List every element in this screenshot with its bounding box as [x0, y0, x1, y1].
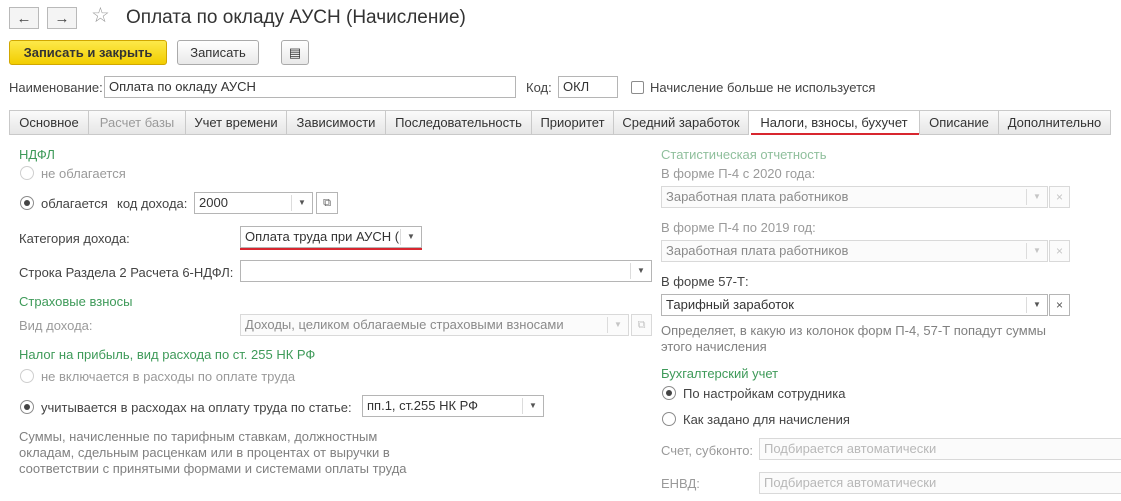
chevron-down-icon[interactable]: ▼ — [1027, 295, 1047, 315]
profit-tax-note: Суммы, начисленные по тарифным ставкам, … — [19, 429, 407, 476]
p4-2020-label: В форме П-4 с 2020 года: — [661, 166, 816, 181]
line6-field[interactable]: ▼ — [240, 260, 652, 282]
income-code-label: код дохода: — [117, 196, 188, 211]
envd-placeholder: Подбирается автоматически — [764, 475, 937, 490]
income-type-value: Доходы, целиком облагаемые страховыми вз… — [245, 317, 564, 332]
chevron-down-icon[interactable]: ▼ — [1027, 241, 1047, 261]
favorite-star-icon[interactable]: ☆ — [91, 4, 110, 28]
close-icon: × — [1055, 298, 1063, 312]
insurance-section-title: Страховые взносы — [19, 294, 133, 309]
p4-2019-field[interactable]: Заработная плата работников ▼ — [661, 240, 1048, 262]
included-radio[interactable] — [20, 400, 34, 414]
back-button[interactable]: ← — [9, 7, 39, 29]
tab-additional[interactable]: Дополнительно — [999, 110, 1111, 135]
close-icon: × — [1055, 190, 1063, 204]
chevron-down-icon[interactable]: ▼ — [292, 193, 312, 213]
stats-note: Определяет, в какую из колонок форм П-4,… — [661, 323, 1047, 354]
category-underline — [240, 248, 422, 250]
chevron-down-icon[interactable]: ▼ — [608, 315, 628, 335]
save-button[interactable]: Записать — [177, 40, 259, 65]
tab-sequence[interactable]: Последовательность — [386, 110, 532, 135]
line6-label: Строка Раздела 2 Расчета 6-НДФЛ: — [19, 265, 234, 280]
chevron-down-icon[interactable]: ▼ — [1027, 187, 1047, 207]
accounting-section-title: Бухгалтерский учет — [661, 366, 779, 381]
envd-field[interactable]: Подбирается автоматически — [759, 472, 1121, 494]
chevron-down-icon[interactable]: ▼ — [631, 261, 651, 281]
category-value: Оплата труда при АУСН ( — [245, 229, 400, 244]
page-title: Оплата по окладу АУСН (Начисление) — [126, 7, 466, 28]
open-income-type-button[interactable]: ⧉ — [631, 314, 652, 336]
report-button[interactable]: ▤ — [281, 40, 309, 65]
tab-priority[interactable]: Приоритет — [532, 110, 614, 135]
f57-clear-button[interactable]: × — [1049, 294, 1070, 316]
forward-button[interactable]: → — [47, 7, 77, 29]
unused-label: Начисление больше не используется — [650, 80, 876, 95]
p4-2020-value: Заработная плата работников — [666, 189, 849, 204]
chevron-down-icon[interactable]: ▼ — [523, 396, 543, 416]
income-type-label: Вид дохода: — [19, 318, 93, 333]
tab-description[interactable]: Описание — [920, 110, 999, 135]
tab-average-earnings[interactable]: Средний заработок — [614, 110, 749, 135]
tab-taxes[interactable]: Налоги, взносы, бухучет — [749, 110, 920, 135]
open-code-button[interactable]: ⧉ — [316, 192, 338, 214]
account-placeholder: Подбирается автоматически — [764, 441, 937, 456]
p4-2020-clear-button[interactable]: × — [1049, 186, 1070, 208]
unused-checkbox[interactable] — [631, 81, 644, 94]
open-icon: ⧉ — [323, 196, 331, 209]
save-and-close-button[interactable]: Записать и закрыть — [9, 40, 167, 65]
stats-section-title: Статистическая отчетность — [661, 147, 827, 162]
chevron-down-icon[interactable]: ▼ — [401, 227, 421, 247]
category-field[interactable]: Оплата труда при АУСН ( ▼ — [240, 226, 422, 248]
not-included-radio[interactable] — [20, 369, 34, 383]
active-tab-underline — [751, 133, 919, 135]
not-taxed-radio[interactable] — [20, 166, 34, 180]
not-included-label: не включается в расходы по оплате труда — [41, 369, 296, 384]
included-label: учитывается в расходах на оплату труда п… — [41, 400, 352, 415]
profit-tax-section-title: Налог на прибыль, вид расхода по ст. 255… — [19, 347, 316, 362]
taxed-radio[interactable] — [20, 196, 34, 210]
tab-bar: Основное Расчет базы Учет времени Зависи… — [9, 110, 1111, 135]
p4-2020-field[interactable]: Заработная плата работников ▼ — [661, 186, 1048, 208]
report-icon: ▤ — [288, 44, 302, 60]
name-label: Наименование: — [9, 80, 103, 95]
as-set-label: Как задано для начисления — [683, 412, 850, 427]
p4-2019-label: В форме П-4 по 2019 год: — [661, 220, 816, 235]
article-field[interactable]: пп.1, ст.255 НК РФ ▼ — [362, 395, 544, 417]
name-field[interactable]: Оплата по окладу АУСН — [104, 76, 516, 98]
code-field[interactable]: ОКЛ — [558, 76, 618, 98]
ndfl-section-title: НДФЛ — [19, 147, 55, 162]
tab-main[interactable]: Основное — [9, 110, 89, 135]
code-label: Код: — [526, 80, 552, 95]
arrow-right-icon: → — [54, 9, 70, 27]
p4-2019-value: Заработная плата работников — [666, 243, 849, 258]
income-code-value: 2000 — [199, 195, 228, 210]
account-label: Счет, субконто: — [661, 443, 754, 458]
income-code-field[interactable]: 2000 ▼ — [194, 192, 313, 214]
by-employee-radio[interactable] — [662, 386, 676, 400]
f57-label: В форме 57-Т: — [661, 274, 749, 289]
taxed-label: облагается — [41, 196, 108, 211]
open-icon: ⧉ — [637, 318, 646, 331]
account-field[interactable]: Подбирается автоматически — [759, 438, 1121, 460]
by-employee-label: По настройкам сотрудника — [683, 386, 846, 401]
arrow-left-icon: ← — [16, 9, 32, 27]
p4-2019-clear-button[interactable]: × — [1049, 240, 1070, 262]
tab-time-tracking[interactable]: Учет времени — [186, 110, 287, 135]
f57-value: Тарифный заработок — [666, 297, 794, 312]
article-value: пп.1, ст.255 НК РФ — [367, 398, 479, 413]
tab-dependencies[interactable]: Зависимости — [287, 110, 386, 135]
f57-field[interactable]: Тарифный заработок ▼ — [661, 294, 1048, 316]
not-taxed-label: не облагается — [41, 166, 126, 181]
tab-base-calc[interactable]: Расчет базы — [89, 110, 186, 135]
as-set-radio[interactable] — [662, 412, 676, 426]
envd-label: ЕНВД: — [661, 476, 700, 491]
income-type-field[interactable]: Доходы, целиком облагаемые страховыми вз… — [240, 314, 629, 336]
category-label: Категория дохода: — [19, 231, 130, 246]
close-icon: × — [1055, 244, 1063, 258]
